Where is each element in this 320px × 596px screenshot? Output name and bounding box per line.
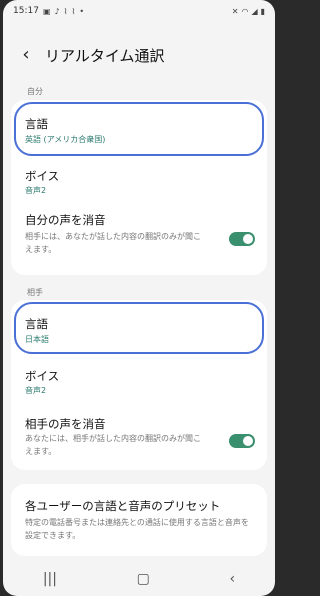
- other-language-value: 日本語: [25, 335, 49, 344]
- wifi-icon: ◠: [241, 6, 249, 16]
- settings-card-other: 言語 日本語 ボイス 音声2 相手の声を消音 あなたには、相手が話した内容の翻訳…: [11, 300, 267, 470]
- clip-icon: ⌇: [71, 6, 76, 16]
- other-voice-value: 音声2: [25, 386, 47, 395]
- section-label-self: 自分: [27, 87, 43, 96]
- recent-apps-button[interactable]: |||: [43, 571, 57, 587]
- preset-description: 特定の電話番号または連絡先との通話に使用する言語と音声を設定できます。: [25, 518, 249, 540]
- phone-screen: 15:17 ▣ ♪ ⌇ ⌇ • ✕ ◠ ◢ ▮ ‹ リアルタイム通訳 自分 言語…: [3, 0, 275, 596]
- other-voice-row[interactable]: ボイス 音声2: [11, 356, 267, 402]
- settings-card-self: 言語 英語 (アメリカ合衆国) ボイス 音声2 自分の声を消音 相手には、あなた…: [11, 100, 267, 275]
- mute-icon: ✕: [231, 6, 239, 16]
- self-voice-value: 音声2: [25, 186, 47, 195]
- self-language-row[interactable]: 言語 英語 (アメリカ合衆国): [11, 100, 267, 158]
- back-nav-button[interactable]: ‹: [230, 571, 236, 587]
- page-title: リアルタイム通訳: [45, 46, 165, 65]
- other-language-label: 言語: [25, 317, 48, 331]
- self-language-value: 英語 (アメリカ合衆国): [25, 135, 106, 144]
- gallery-icon: ▣: [42, 6, 51, 16]
- dot-icon: •: [79, 6, 85, 16]
- clip-icon: ⌇: [63, 6, 68, 16]
- self-mute-toggle[interactable]: [229, 232, 255, 246]
- self-mute-row[interactable]: 自分の声を消音 相手には、あなたが話した内容の翻訳のみが聞こえます。: [11, 202, 267, 274]
- preset-label: 各ユーザーの言語と音声のプリセット: [25, 499, 221, 513]
- section-label-other: 相手: [27, 288, 43, 297]
- signal-icon: ◢: [251, 6, 258, 16]
- preset-card[interactable]: 各ユーザーの言語と音声のプリセット 特定の電話番号または連絡先との通話に使用する…: [11, 484, 267, 556]
- self-language-label: 言語: [25, 117, 48, 131]
- self-voice-label: ボイス: [25, 169, 60, 183]
- other-voice-label: ボイス: [25, 369, 60, 383]
- back-button[interactable]: ‹: [15, 46, 37, 64]
- app-header: ‹ リアルタイム通訳: [15, 40, 263, 70]
- battery-icon: ▮: [260, 6, 265, 16]
- status-bar: 15:17 ▣ ♪ ⌇ ⌇ • ✕ ◠ ◢ ▮: [13, 4, 265, 18]
- navigation-bar: ||| ▢ ‹: [3, 562, 275, 596]
- other-mute-label: 相手の声を消音: [25, 417, 106, 431]
- self-voice-row[interactable]: ボイス 音声2: [11, 158, 267, 202]
- self-mute-label: 自分の声を消音: [25, 213, 106, 227]
- other-language-row[interactable]: 言語 日本語: [11, 300, 267, 356]
- preset-row[interactable]: 各ユーザーの言語と音声のプリセット 特定の電話番号または連絡先との通話に使用する…: [11, 484, 267, 556]
- other-mute-row[interactable]: 相手の声を消音 あなたには、相手が話した内容の翻訳のみが聞こえます。: [11, 402, 267, 470]
- other-mute-description: あなたには、相手が話した内容の翻訳のみが聞こえます。: [25, 434, 201, 456]
- bell-icon: ♪: [54, 6, 60, 16]
- home-button[interactable]: ▢: [137, 571, 150, 587]
- other-mute-toggle[interactable]: [229, 434, 255, 448]
- status-time: 15:17: [13, 6, 39, 16]
- self-mute-description: 相手には、あなたが話した内容の翻訳のみが聞こえます。: [25, 232, 201, 254]
